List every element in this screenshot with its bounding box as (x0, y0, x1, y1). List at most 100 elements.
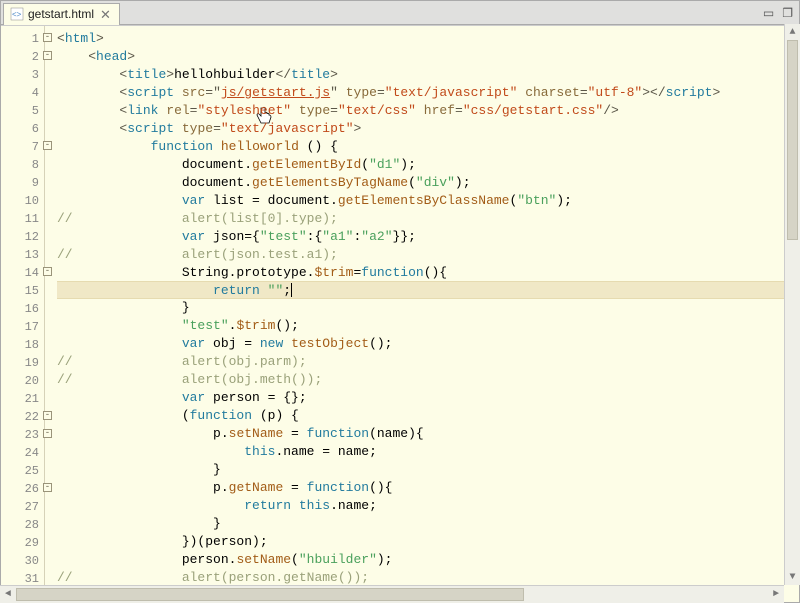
code-token (338, 85, 346, 100)
code-token: "div" (416, 175, 455, 190)
code-token: "utf-8" (588, 85, 643, 100)
editor[interactable]: 1-2-34567-891011121314-1516171819202122-… (1, 25, 799, 602)
code-token: ); (556, 193, 572, 208)
line-number: 20 (1, 372, 42, 390)
code-token: </ (275, 67, 291, 82)
code-token: p. (57, 480, 229, 495)
code-line[interactable]: } (57, 299, 799, 317)
code-line[interactable]: var obj = new testObject(); (57, 335, 799, 353)
code-token (57, 390, 182, 405)
code-token: "text/css" (338, 103, 416, 118)
code-area[interactable]: <html> <head> <title>hellohbuilder</titl… (45, 26, 799, 602)
code-token (57, 318, 182, 333)
vertical-scrollbar[interactable]: ▲ ▼ (784, 24, 800, 585)
code-token: var (182, 390, 205, 405)
scroll-thumb[interactable] (787, 40, 798, 240)
code-token: $trim (236, 318, 275, 333)
code-line[interactable]: <script type="text/javascript"> (57, 120, 799, 138)
code-line[interactable]: <title>hellohbuilder</title> (57, 66, 799, 84)
code-line[interactable]: <link rel="stylesheet" type="text/css" h… (57, 102, 799, 120)
code-token: "a2" (361, 229, 392, 244)
code-token: "btn" (517, 193, 556, 208)
line-number: 10 (1, 192, 42, 210)
minimize-view-icon[interactable]: ▭ (763, 6, 774, 20)
code-token (213, 139, 221, 154)
code-token: type (182, 121, 213, 136)
code-line[interactable]: var list = document.getElementsByClassNa… (57, 192, 799, 210)
code-line[interactable]: String.prototype.$trim=function(){ (57, 264, 799, 282)
code-token: ( (361, 157, 369, 172)
code-line[interactable]: p.setName = function(name){ (57, 425, 799, 443)
code-token: (p) { (252, 408, 299, 423)
code-token: () { (299, 139, 338, 154)
code-token: hellohbuilder (174, 67, 275, 82)
code-line[interactable]: p.getName = function(){ (57, 479, 799, 497)
code-line[interactable]: this.name = name; (57, 443, 799, 461)
line-number: 3 (1, 66, 42, 84)
code-token: .name; (330, 498, 377, 513)
code-line[interactable]: "test".$trim(); (57, 317, 799, 335)
code-line[interactable]: var json={"test":{"a1":"a2"}}; (57, 228, 799, 246)
code-token: return (244, 498, 291, 513)
line-number: 14- (1, 264, 42, 282)
code-line[interactable]: // alert(json.test.a1); (57, 246, 799, 264)
scroll-left-arrow[interactable]: ◄ (0, 586, 16, 603)
code-token: = (330, 103, 338, 118)
code-line[interactable]: // alert(obj.meth()); (57, 371, 799, 389)
code-line[interactable]: } (57, 461, 799, 479)
code-line[interactable]: })(person); (57, 533, 799, 551)
close-icon[interactable]: ✕ (100, 8, 111, 21)
code-line[interactable]: <head> (57, 48, 799, 66)
code-token (57, 193, 182, 208)
code-token: charset (525, 85, 580, 100)
code-token: this (299, 498, 330, 513)
scroll-down-arrow[interactable]: ▼ (785, 569, 800, 585)
scroll-up-arrow[interactable]: ▲ (785, 24, 800, 40)
code-line[interactable]: function helloworld () { (57, 138, 799, 156)
line-number: 27 (1, 498, 42, 516)
code-token: function (361, 265, 423, 280)
code-token (57, 444, 244, 459)
code-line[interactable]: return ""; (57, 281, 799, 299)
code-line[interactable]: document.getElementById("d1"); (57, 156, 799, 174)
code-token: function (307, 480, 369, 495)
code-token: type (299, 103, 330, 118)
code-token (57, 283, 213, 298)
scroll-track[interactable] (785, 40, 800, 569)
editor-tab[interactable]: <> getstart.html ✕ (3, 3, 120, 25)
scroll-right-arrow[interactable]: ► (768, 586, 784, 603)
code-line[interactable]: (function (p) { (57, 407, 799, 425)
code-token: "css/getstart.css" (463, 103, 603, 118)
code-token: $trim (314, 265, 353, 280)
code-token: > (127, 49, 135, 64)
code-token: ></ (642, 85, 665, 100)
tab-bar: <> getstart.html ✕ ▭ ❐ (1, 1, 799, 25)
line-number: 28 (1, 516, 42, 534)
horizontal-scrollbar[interactable]: ◄ ► (0, 585, 784, 603)
code-token: setName (229, 426, 284, 441)
code-token: (); (369, 336, 392, 351)
code-token: // alert(obj.parm); (57, 354, 307, 369)
code-line[interactable]: var person = {}; (57, 389, 799, 407)
code-token: ); (400, 157, 416, 172)
line-number: 5 (1, 102, 42, 120)
code-token: // alert(json.test.a1); (57, 247, 338, 262)
code-token: js/getstart.js (221, 85, 330, 100)
h-scroll-thumb[interactable] (16, 588, 524, 601)
code-line[interactable]: // alert(list[0].type); (57, 210, 799, 228)
code-line[interactable]: return this.name; (57, 497, 799, 515)
code-token: ( (291, 552, 299, 567)
code-line[interactable]: <script src="js/getstart.js" type="text/… (57, 84, 799, 102)
code-line[interactable]: // alert(obj.parm); (57, 353, 799, 371)
maximize-view-icon[interactable]: ❐ (782, 6, 793, 20)
code-token: " (330, 85, 338, 100)
line-number: 8 (1, 156, 42, 174)
code-line[interactable]: person.setName("hbuilder"); (57, 551, 799, 569)
code-line[interactable]: document.getElementsByTagName("div"); (57, 174, 799, 192)
code-line[interactable]: } (57, 515, 799, 533)
line-number: 29 (1, 534, 42, 552)
line-number: 7- (1, 138, 42, 156)
code-token (283, 336, 291, 351)
code-token: new (260, 336, 283, 351)
code-line[interactable]: <html> (57, 30, 799, 48)
